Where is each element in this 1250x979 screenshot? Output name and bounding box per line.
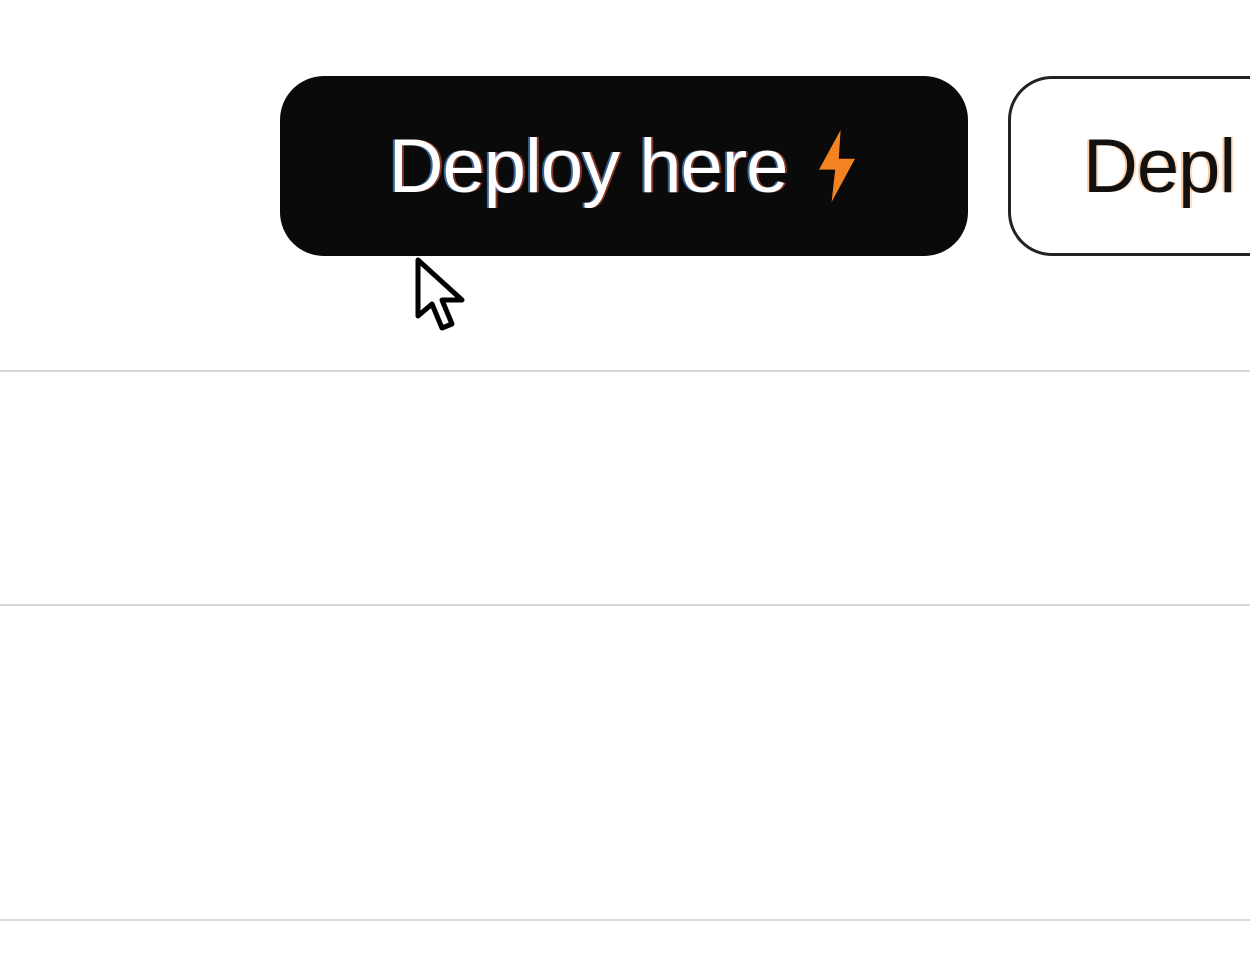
lightning-icon — [815, 130, 859, 202]
list-row — [0, 370, 1250, 604]
deploy-here-button[interactable]: Deploy here — [280, 76, 968, 256]
list-rows — [0, 370, 1250, 979]
cursor-icon — [412, 256, 472, 336]
deploy-secondary-label: Depl — [1083, 123, 1235, 210]
button-row: Deploy here Depl — [280, 76, 1250, 256]
deploy-secondary-button[interactable]: Depl — [1008, 76, 1250, 256]
list-row — [0, 919, 1250, 979]
deploy-here-label: Deploy here — [389, 123, 788, 210]
list-row — [0, 604, 1250, 919]
